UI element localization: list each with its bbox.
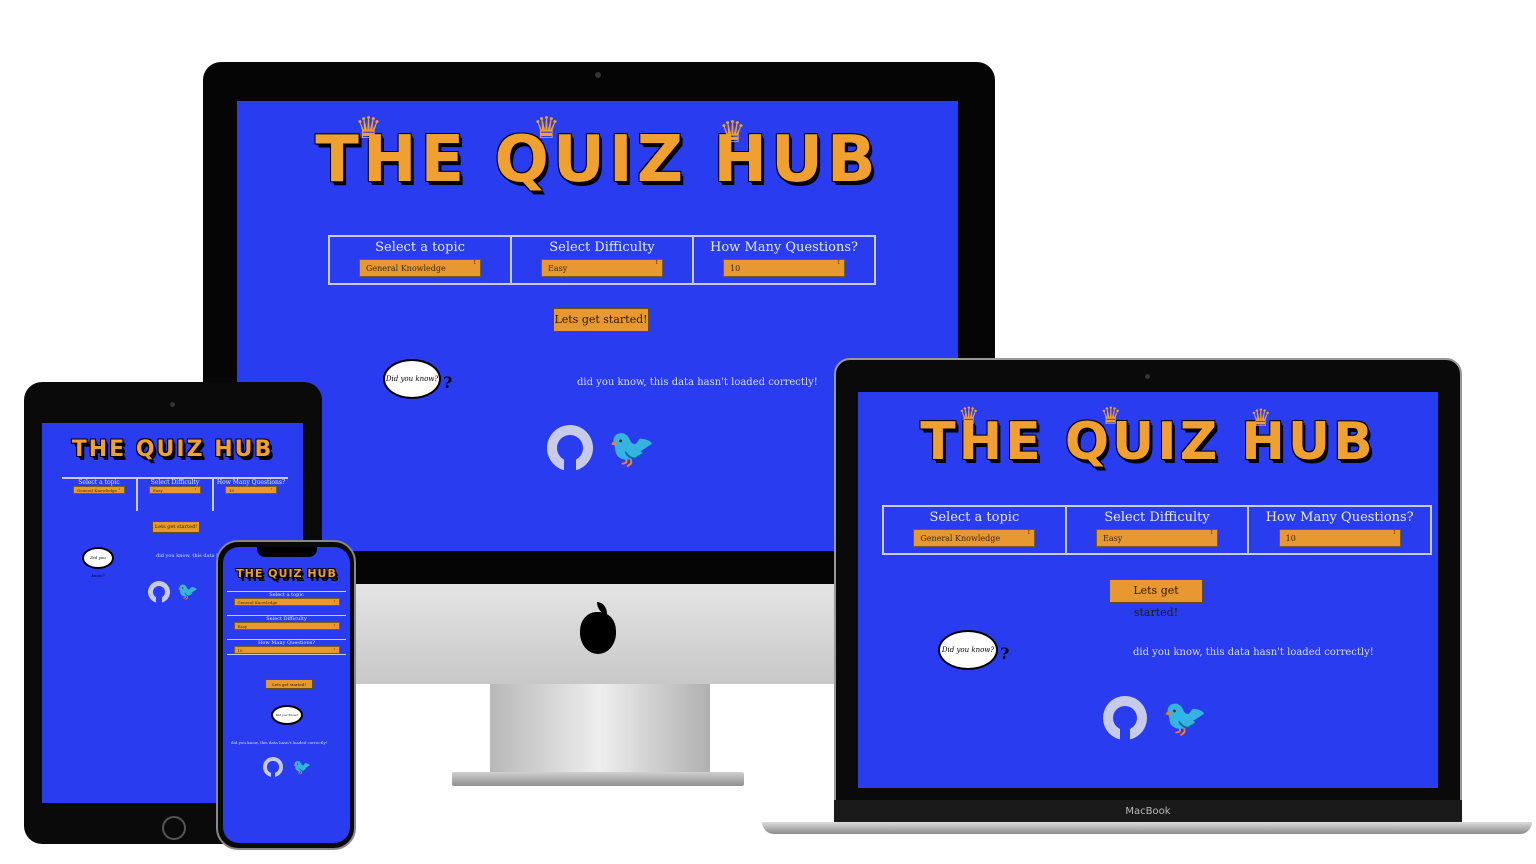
macbook-camera <box>1145 374 1150 379</box>
github-icon[interactable] <box>1103 696 1147 741</box>
difficulty-option: Select Difficulty Easy <box>227 615 346 630</box>
ipad-home-button[interactable] <box>162 816 186 840</box>
questions-option: How Many Questions? 10 <box>1249 507 1430 553</box>
logo-text: THE QUIZ HUB <box>920 412 1376 472</box>
start-button[interactable]: Lets get started! <box>265 679 313 689</box>
twitter-icon[interactable]: 🐦 <box>176 581 200 603</box>
questions-option: How Many Questions? 10 <box>227 639 346 655</box>
difficulty-option: Select Difficulty Easy <box>138 479 214 511</box>
imac-apple-shape <box>580 612 616 654</box>
crown-icon: ♛ <box>533 111 560 146</box>
twitter-icon[interactable]: 🐦 <box>1161 696 1209 740</box>
logo-text: THE QUIZ HUB <box>236 567 337 580</box>
github-icon[interactable] <box>547 425 593 472</box>
crown-icon: ♛ <box>719 115 746 150</box>
difficulty-select[interactable]: Easy <box>1096 529 1218 547</box>
app-logo: THE QUIZ HUB <box>223 567 350 580</box>
topic-label: Select a topic <box>375 240 465 255</box>
questions-select[interactable]: 10 <box>225 486 277 494</box>
social-links: 🐦 <box>547 425 657 472</box>
crown-icon: ♛ <box>958 402 980 430</box>
questions-select[interactable]: 10 <box>233 646 340 654</box>
macbook-brand: MacBook <box>1125 806 1171 817</box>
question-mark-icon: ? <box>443 373 453 392</box>
questions-option: How Many Questions? 10 <box>694 237 874 283</box>
twitter-icon[interactable]: 🐦 <box>607 425 657 471</box>
difficulty-select[interactable]: Easy <box>541 259 663 277</box>
quiz-options: Select a topic General Knowledge Select … <box>328 235 876 285</box>
difficulty-select[interactable]: Easy <box>233 622 340 630</box>
quiz-options: Select a topic General Knowledge Select … <box>62 477 288 511</box>
topic-select[interactable]: General Knowledge <box>913 529 1036 547</box>
quiz-options: Select a topic General Knowledge Select … <box>882 505 1432 555</box>
start-button[interactable]: Lets get started! <box>1109 579 1203 619</box>
social-links: 🐦 <box>1103 696 1209 741</box>
topic-option: Select a topic General Knowledge <box>330 237 512 283</box>
github-icon[interactable] <box>263 757 283 778</box>
app-logo: THE QUIZ HUB <box>858 412 1438 472</box>
imac-camera <box>595 72 601 78</box>
twitter-icon[interactable]: 🐦 <box>291 757 313 777</box>
start-button[interactable]: Lets get started! <box>152 521 200 533</box>
questions-label: How Many Questions? <box>1265 510 1414 525</box>
crown-icon: ♛ <box>1250 404 1272 432</box>
difficulty-option: Select Difficulty Easy <box>1067 507 1250 553</box>
topic-select[interactable]: General Knowledge <box>233 598 340 606</box>
difficulty-label: Select Difficulty <box>549 240 655 255</box>
questions-select[interactable]: 10 <box>1278 529 1401 547</box>
social-links: 🐦 <box>263 757 313 778</box>
app-logo: THE QUIZ HUB <box>42 437 303 462</box>
iphone-notch <box>257 547 317 557</box>
topic-option: Select a topic General Knowledge <box>227 591 346 606</box>
did-you-know-bubble: Did you know? <box>383 359 441 399</box>
topic-select[interactable]: General Knowledge <box>359 259 481 277</box>
questions-label: How Many Questions? <box>710 240 858 255</box>
did-you-know-bubble: Did you know? <box>938 630 998 670</box>
social-links: 🐦 <box>148 581 200 604</box>
question-mark-icon: ? <box>1000 644 1010 663</box>
difficulty-option: Select Difficulty Easy <box>512 237 694 283</box>
topic-option: Select a topic General Knowledge <box>884 507 1067 553</box>
difficulty-label: Select Difficulty <box>1104 510 1210 525</box>
crown-icon: ♛ <box>1100 402 1122 430</box>
app-logo: THE QUIZ HUB <box>237 123 958 197</box>
did-you-know-bubble: Did you know? <box>82 547 114 578</box>
questions-select[interactable]: 10 <box>723 259 845 277</box>
did-you-know-bubble: Did you know? <box>271 705 303 725</box>
fact-text: did you know, this data hasn't loaded co… <box>577 377 818 388</box>
iphone-screen: THE QUIZ HUB Select a topic General Know… <box>223 547 350 843</box>
questions-option: How Many Questions? 10 <box>214 479 288 511</box>
questions-label: How Many Questions? <box>216 479 286 486</box>
imac-foot <box>452 772 744 786</box>
topic-label: Select a topic <box>78 479 120 486</box>
macbook-screen: THE QUIZ HUB ♛ ♛ ♛ Select a topic Genera… <box>858 392 1438 788</box>
logo-text: THE QUIZ HUB <box>71 437 274 462</box>
difficulty-select[interactable]: Easy <box>149 486 201 494</box>
imac-stand <box>490 684 710 776</box>
topic-option: Select a topic General Knowledge <box>62 479 138 511</box>
macbook-base <box>762 822 1532 834</box>
topic-select[interactable]: General Knowledge <box>73 486 125 494</box>
start-button[interactable]: Lets get started! <box>553 308 649 332</box>
difficulty-label: Select Difficulty <box>150 479 200 486</box>
topic-label: Select a topic <box>929 510 1020 525</box>
logo-text: THE QUIZ HUB <box>315 123 880 197</box>
github-icon[interactable] <box>148 581 170 604</box>
fact-text: did you know, this data hasn't loaded co… <box>1133 647 1374 658</box>
ipad-camera <box>170 402 175 407</box>
crown-icon: ♛ <box>355 111 382 146</box>
fact-text: did you know, this data hasn't loaded co… <box>231 740 328 745</box>
